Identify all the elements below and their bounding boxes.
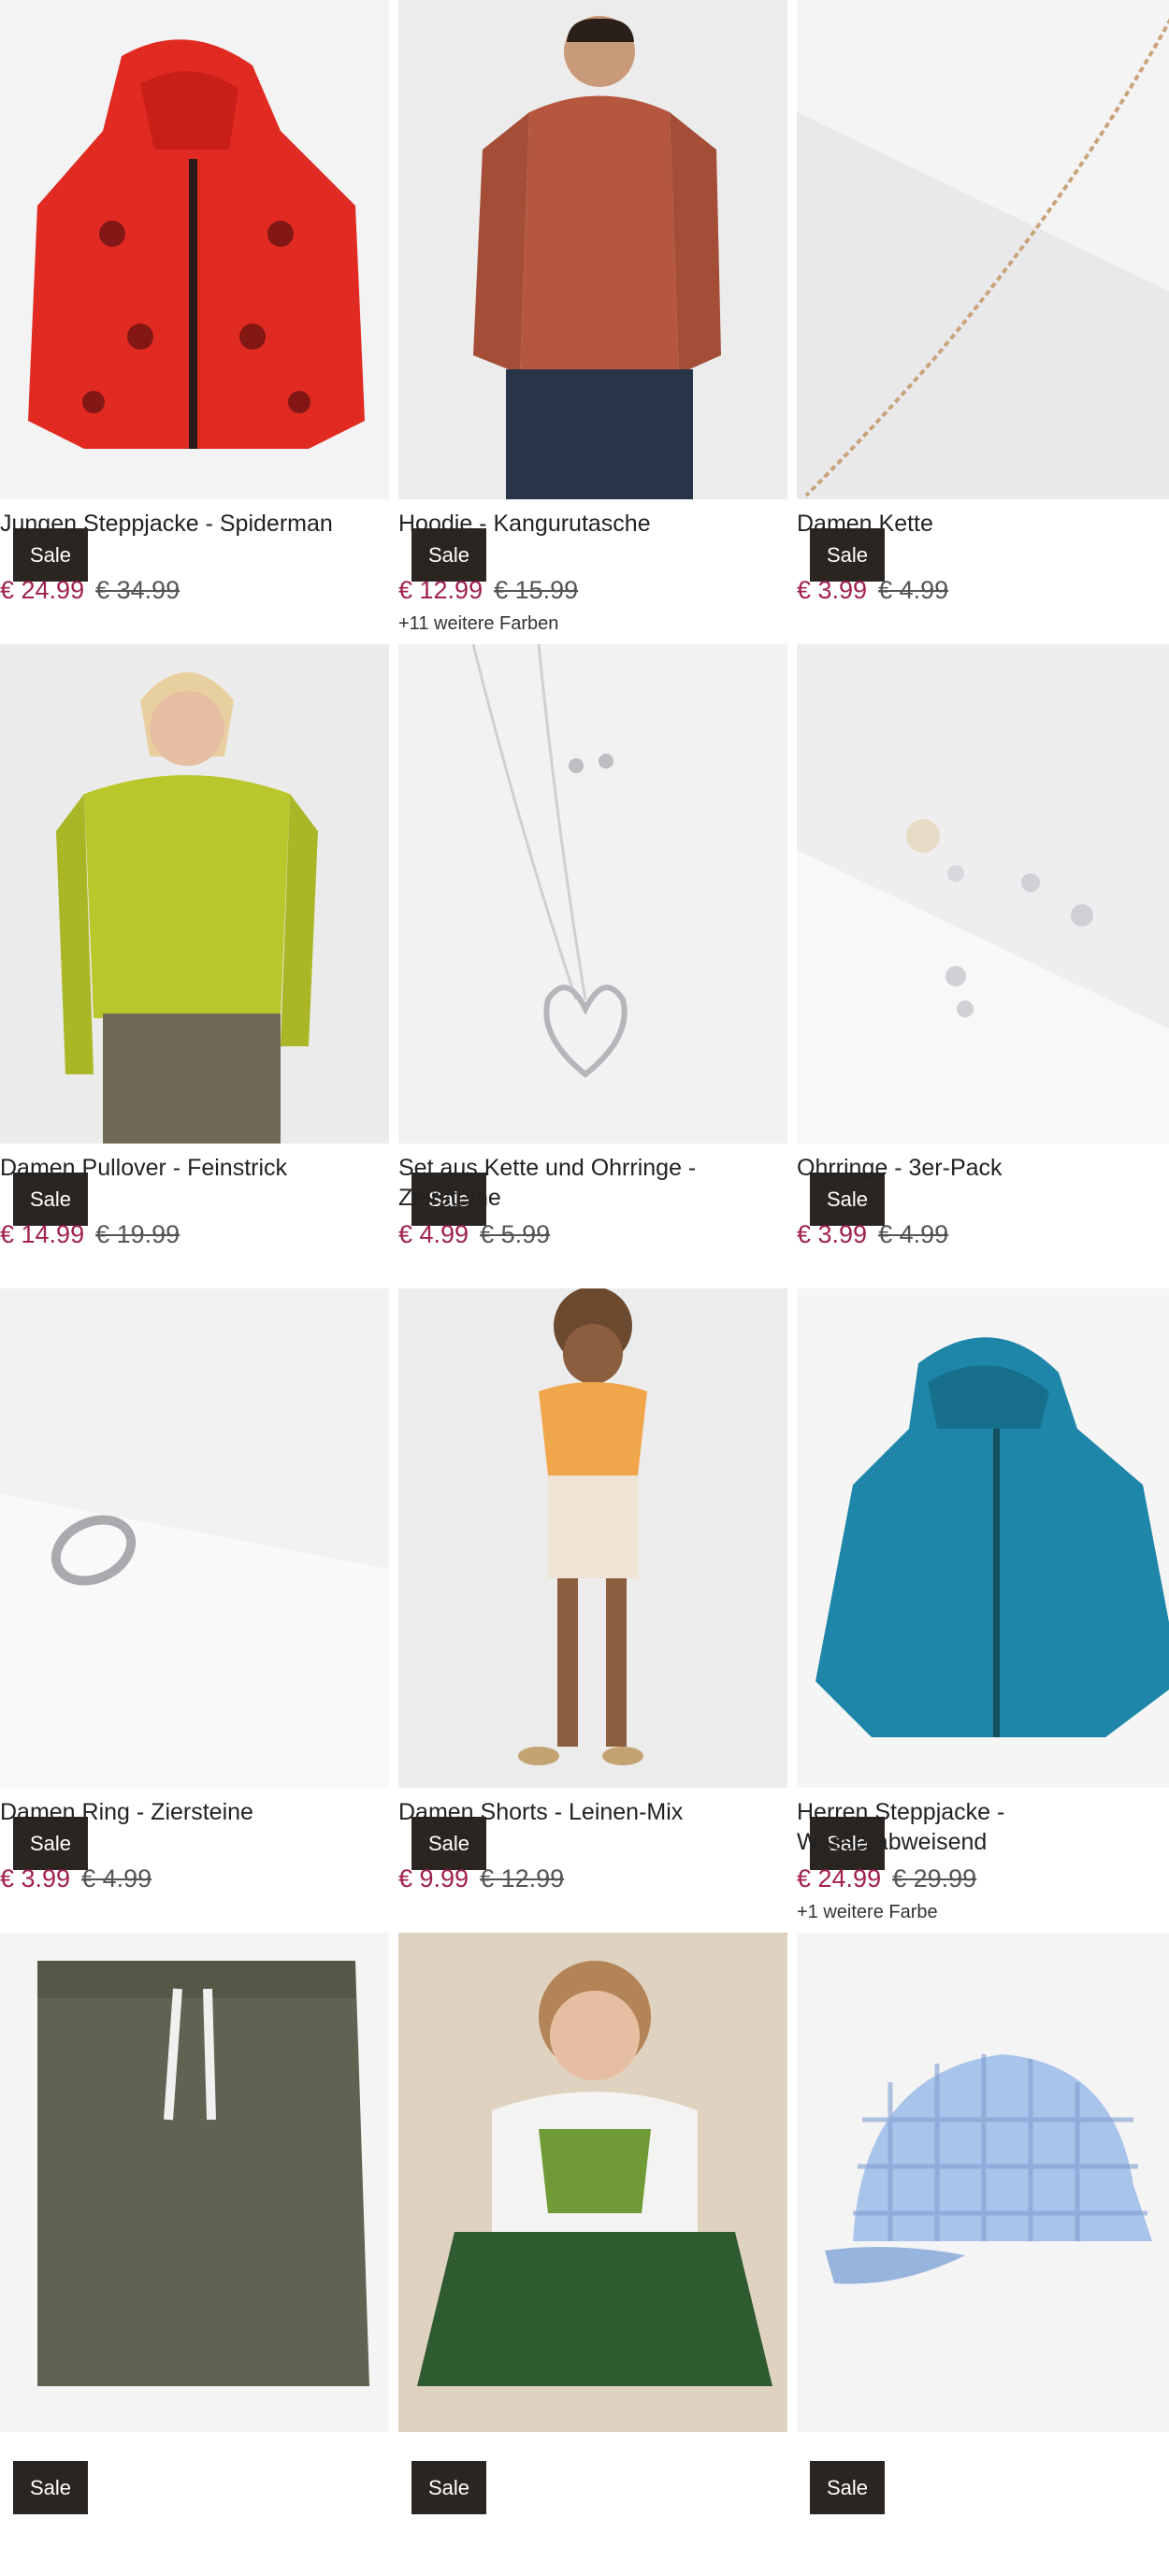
product-image[interactable] <box>398 644 787 1144</box>
product-image[interactable] <box>0 0 389 499</box>
sale-price: € 3.99 <box>0 1864 71 1892</box>
original-price: € 4.99 <box>81 1864 152 1892</box>
price-row: € 4.99 € 5.99 <box>398 1218 550 1250</box>
product-image[interactable] <box>0 1288 389 1788</box>
product-image[interactable] <box>797 644 1169 1144</box>
price-row: € 3.99 € 4.99 <box>0 1863 152 1894</box>
product-card[interactable]: Sale <box>398 1933 787 2576</box>
product-image[interactable] <box>797 1933 1169 2432</box>
price-row: € 14.99 € 19.99 <box>0 1218 180 1250</box>
product-image[interactable] <box>0 644 389 1144</box>
product-title[interactable]: Jungen Steppjacke - Spiderman <box>0 509 389 539</box>
product-card[interactable]: Sale Jungen Steppjacke - Spiderman € 24.… <box>0 0 389 643</box>
price-row: € 24.99 € 29.99 <box>797 1863 976 1894</box>
sale-badge: Sale <box>411 2461 486 2514</box>
price-row: € 9.99 € 12.99 <box>398 1863 564 1894</box>
product-card[interactable]: Sale <box>0 1933 389 2576</box>
more-colors-link[interactable]: +11 weitere Farben <box>398 613 558 635</box>
original-price: € 5.99 <box>480 1220 551 1248</box>
price-row: € 24.99 € 34.99 <box>0 574 180 606</box>
product-card[interactable]: Sale Damen Ring - Ziersteine € 3.99 € 4.9… <box>0 1288 389 1932</box>
sale-price: € 12.99 <box>398 576 483 604</box>
product-title[interactable]: Damen Ring - Ziersteine <box>0 1797 389 1827</box>
product-title[interactable]: Ohrringe - 3er-Pack <box>797 1153 1169 1183</box>
product-card[interactable]: Sale Set aus Kette und Ohrringe - Zierst… <box>398 644 787 1288</box>
product-image[interactable] <box>0 1933 389 2432</box>
product-card[interactable]: Sale Herren Steppjacke - Wasserabweisend… <box>797 1288 1169 1932</box>
product-image[interactable] <box>797 0 1169 499</box>
price-row: € 3.99 € 4.99 <box>797 574 948 606</box>
product-image[interactable] <box>398 1933 787 2432</box>
product-title[interactable]: Damen Kette <box>797 509 1169 539</box>
price-row: € 12.99 € 15.99 <box>398 574 578 606</box>
more-colors-link[interactable]: +1 weitere Farbe <box>797 1902 938 1923</box>
product-card[interactable]: Sale <box>797 1933 1169 2576</box>
original-price: € 19.99 <box>95 1220 180 1248</box>
original-price: € 12.99 <box>480 1864 565 1892</box>
product-title[interactable]: Herren Steppjacke - Wasserabweisend <box>797 1797 1169 1857</box>
sale-price: € 4.99 <box>398 1220 469 1248</box>
sale-badge: Sale <box>13 2461 88 2514</box>
product-title[interactable]: Damen Shorts - Leinen-Mix <box>398 1797 787 1827</box>
price-row: € 3.99 € 4.99 <box>797 1218 948 1250</box>
sale-price: € 9.99 <box>398 1864 469 1892</box>
product-title[interactable]: Damen Pullover - Feinstrick <box>0 1153 389 1183</box>
product-card[interactable]: Sale Damen Pullover - Feinstrick € 14.99… <box>0 644 389 1288</box>
product-image[interactable] <box>797 1288 1169 1788</box>
original-price: € 4.99 <box>878 1220 949 1248</box>
original-price: € 29.99 <box>892 1864 977 1892</box>
sale-price: € 3.99 <box>797 576 868 604</box>
sale-badge: Sale <box>810 2461 885 2514</box>
product-card[interactable]: Sale Damen Shorts - Leinen-Mix € 9.99 € 1… <box>398 1288 787 1932</box>
product-title[interactable]: Hoodie - Kangurutasche <box>398 509 787 539</box>
sale-price: € 24.99 <box>0 576 85 604</box>
original-price: € 4.99 <box>878 576 949 604</box>
product-image[interactable] <box>398 0 787 499</box>
original-price: € 15.99 <box>494 576 579 604</box>
sale-price: € 14.99 <box>0 1220 85 1248</box>
product-card[interactable]: Sale Hoodie - Kangurutasche € 12.99 € 15.… <box>398 0 787 643</box>
product-card[interactable]: Sale Ohrringe - 3er-Pack € 3.99 € 4.99 <box>797 644 1169 1288</box>
product-title[interactable]: Set aus Kette und Ohrringe - Ziersteine <box>398 1153 787 1213</box>
sale-price: € 24.99 <box>797 1864 882 1892</box>
original-price: € 34.99 <box>95 576 180 604</box>
product-image[interactable] <box>398 1288 787 1788</box>
sale-price: € 3.99 <box>797 1220 868 1248</box>
product-card[interactable]: Sale Damen Kette € 3.99 € 4.99 <box>797 0 1169 643</box>
